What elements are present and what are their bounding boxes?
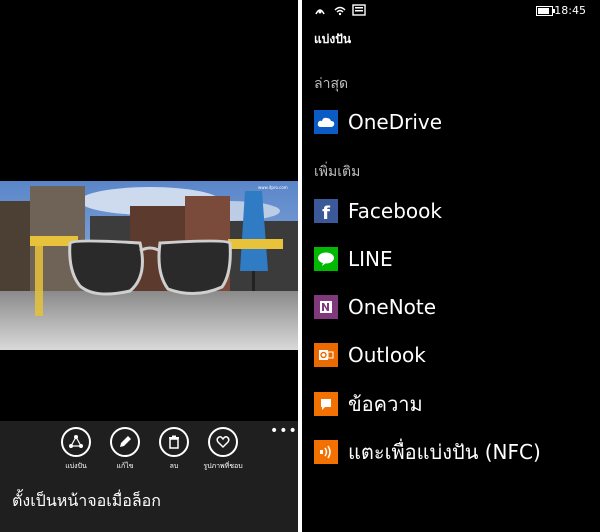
- nfc-status-icon: [315, 9, 325, 15]
- pencil-icon: [110, 427, 140, 457]
- app-bar: แบ่งปัน แก้ไข ลบ รูปภาพที่ชอบ ••• ตั้งเป…: [0, 421, 298, 532]
- share-target-messaging[interactable]: ข้อความ: [314, 390, 594, 418]
- share-target-label: ข้อความ: [348, 392, 423, 416]
- page-title: แบ่งปัน: [314, 32, 352, 46]
- photo-viewer-screen: www.itpro.com แบ่งปัน แก้ไข ลบ รูปภาพที่…: [0, 0, 298, 532]
- share-target-facebook[interactable]: f Facebook: [314, 197, 594, 225]
- share-target-label: แตะเพื่อแบ่งปัน (NFC): [348, 440, 541, 464]
- more-section-header: เพิ่มเติม: [314, 164, 361, 180]
- onenote-icon: [314, 295, 338, 319]
- trash-icon: [159, 427, 189, 457]
- status-bar: 18:45: [302, 0, 600, 22]
- clock: 18:45: [554, 4, 586, 17]
- share-target-nfc[interactable]: แตะเพื่อแบ่งปัน (NFC): [314, 438, 594, 466]
- share-target-onedrive[interactable]: OneDrive: [314, 108, 594, 136]
- share-target-onenote[interactable]: OneNote: [314, 293, 594, 321]
- wifi-icon: [334, 6, 346, 16]
- share-target-label: Outlook: [348, 343, 426, 367]
- share-target-line[interactable]: LINE: [314, 245, 594, 273]
- delete-button[interactable]: ลบ: [152, 427, 196, 471]
- onedrive-icon: [314, 110, 338, 134]
- favorite-button[interactable]: รูปภาพที่ชอบ: [201, 427, 245, 471]
- share-target-label: Facebook: [348, 199, 442, 223]
- notification-icon: [352, 4, 366, 16]
- photo-image: www.itpro.com: [0, 181, 298, 350]
- heart-icon: [208, 427, 238, 457]
- facebook-icon: f: [314, 199, 338, 224]
- more-button[interactable]: •••: [270, 423, 298, 439]
- favorite-label: รูปภาพที่ชอบ: [203, 462, 243, 470]
- share-target-label: LINE: [348, 247, 393, 271]
- share-button[interactable]: แบ่งปัน: [54, 427, 98, 471]
- outlook-icon: [314, 343, 338, 367]
- recent-section-header: ล่าสุด: [314, 76, 349, 92]
- edit-button[interactable]: แก้ไข: [103, 427, 147, 471]
- line-icon: [314, 247, 338, 271]
- share-target-label: OneDrive: [348, 110, 443, 134]
- photo-watermark: www.itpro.com: [258, 185, 288, 190]
- messaging-icon: [314, 392, 338, 416]
- delete-label: ลบ: [169, 462, 179, 470]
- nfc-icon: [314, 440, 338, 464]
- share-label: แบ่งปัน: [65, 462, 87, 470]
- share-icon: [61, 427, 91, 457]
- edit-label: แก้ไข: [116, 462, 134, 470]
- share-target-outlook[interactable]: Outlook: [314, 341, 594, 369]
- photo[interactable]: www.itpro.com: [0, 181, 298, 350]
- battery-icon: [536, 6, 555, 16]
- set-lockscreen-menu-item[interactable]: ตั้งเป็นหน้าจอเมื่อล็อก: [12, 489, 161, 514]
- share-target-label: OneNote: [348, 295, 437, 319]
- share-screen: 18:45 แบ่งปัน ล่าสุด OneDrive เพิ่มเติม …: [302, 0, 600, 532]
